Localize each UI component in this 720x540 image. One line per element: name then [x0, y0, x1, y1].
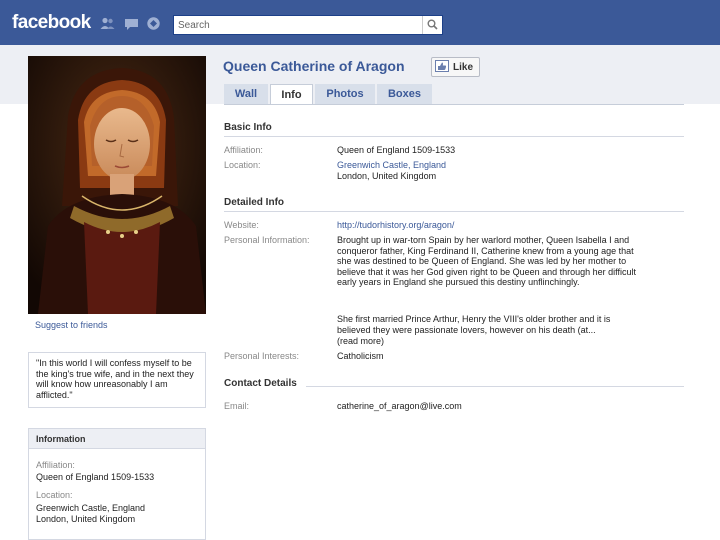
- sidebar-location-line2: London, United Kingdom: [36, 514, 136, 524]
- sidebar-location-link[interactable]: Greenwich Castle, England: [36, 503, 145, 513]
- basic-info-title: Basic Info: [224, 122, 272, 133]
- tab-wall[interactable]: Wall: [224, 84, 268, 105]
- divider: [224, 136, 684, 137]
- like-button[interactable]: Like: [431, 57, 480, 77]
- location-label: Location:: [224, 160, 261, 170]
- tab-boxes[interactable]: Boxes: [377, 84, 432, 105]
- divider: [224, 211, 684, 212]
- affiliation-value: Queen of England 1509-1533: [337, 145, 456, 155]
- friends-icon[interactable]: [100, 16, 115, 31]
- quote-text: "In this world I will confess myself to …: [36, 358, 194, 400]
- top-navigation-bar: facebook: [0, 0, 720, 45]
- affiliation-label: Affiliation:: [224, 145, 263, 155]
- website-link[interactable]: http://tudorhistory.org/aragon/: [337, 220, 454, 230]
- tab-info[interactable]: Info: [270, 84, 313, 105]
- interests-label: Personal Interests:: [224, 351, 300, 361]
- interests-value: Catholicism: [337, 351, 384, 361]
- sidebar-location-label: Location:: [36, 490, 73, 500]
- email-value[interactable]: catherine_of_aragon@live.com: [337, 401, 462, 411]
- profile-name: Queen Catherine of Aragon: [223, 58, 405, 74]
- personal-info-paragraph-2: She first married Prince Arthur, Henry t…: [337, 314, 611, 335]
- read-more-link[interactable]: (read more): [337, 336, 637, 347]
- tab-photos[interactable]: Photos: [315, 84, 375, 105]
- search-box: [173, 15, 443, 35]
- search-button[interactable]: [422, 16, 442, 34]
- location-line2: London, United Kingdom: [337, 171, 437, 181]
- personal-info-paragraph-1: Brought up in war-torn Spain by her warl…: [337, 235, 637, 287]
- search-icon: [427, 19, 438, 32]
- email-label: Email:: [224, 401, 250, 411]
- search-input[interactable]: [178, 18, 418, 32]
- contact-details-title: Contact Details: [224, 378, 297, 389]
- notifications-icon[interactable]: [146, 16, 161, 31]
- divider: [306, 386, 684, 387]
- sidebar-affiliation-value: Queen of England 1509-1533: [36, 472, 155, 482]
- personal-info-label: Personal Information:: [224, 235, 310, 245]
- detailed-info-title: Detailed Info: [224, 197, 285, 208]
- profile-quote: "In this world I will confess myself to …: [28, 352, 206, 408]
- information-title: Information: [29, 429, 205, 449]
- suggest-to-friends-link[interactable]: Suggest to friends: [35, 320, 108, 330]
- thumbs-up-icon: [435, 60, 449, 74]
- tab-underline: [224, 104, 684, 105]
- location-link[interactable]: Greenwich Castle, England: [337, 160, 446, 170]
- facebook-logo[interactable]: facebook: [12, 12, 91, 34]
- profile-photo[interactable]: [28, 56, 206, 314]
- information-box: Information Affiliation: Queen of Englan…: [28, 428, 206, 540]
- like-label: Like: [453, 61, 474, 73]
- website-label: Website:: [224, 220, 259, 230]
- sidebar-affiliation-label: Affiliation:: [36, 460, 75, 470]
- messages-icon[interactable]: [124, 16, 139, 31]
